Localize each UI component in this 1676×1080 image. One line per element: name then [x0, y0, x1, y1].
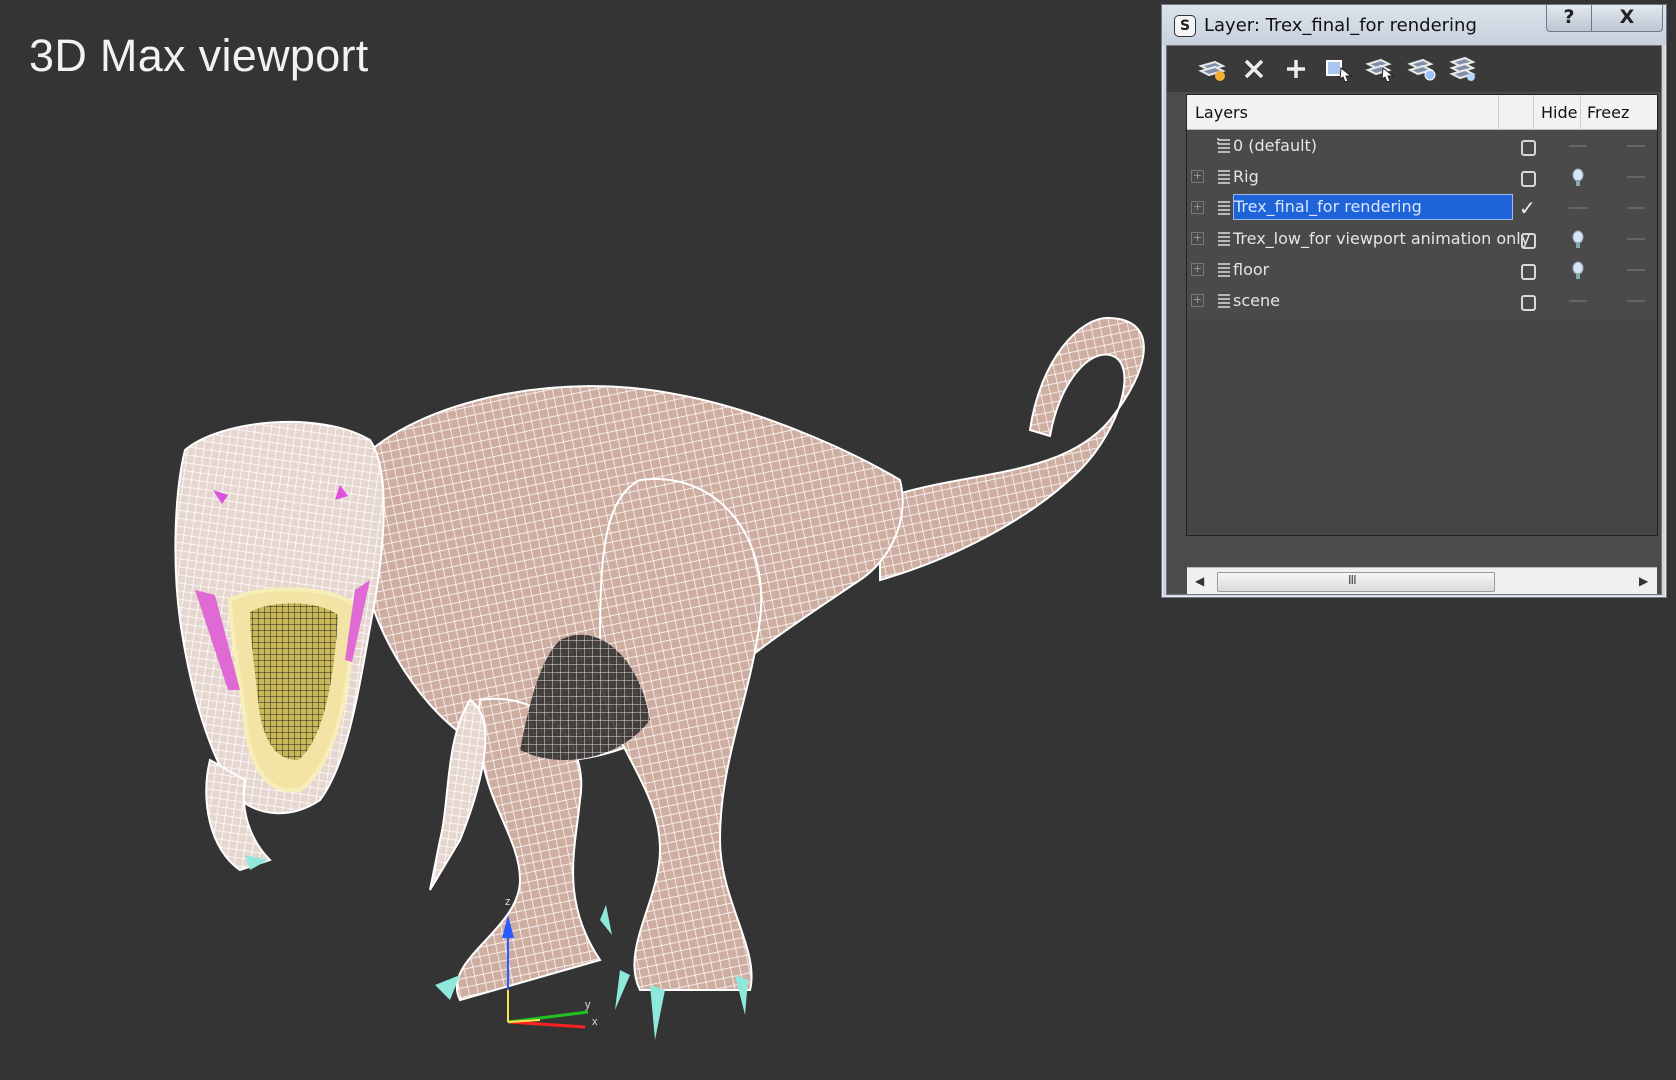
layer-stack-icon — [1218, 232, 1230, 246]
create-new-layer-icon[interactable] — [1195, 52, 1229, 86]
freeze-toggle[interactable] — [1627, 207, 1645, 209]
scroll-left-arrow-icon[interactable]: ◀ — [1195, 574, 1204, 588]
add-selected-to-layer-icon[interactable] — [1279, 52, 1313, 86]
current-layer-box[interactable] — [1521, 171, 1536, 187]
expand-icon[interactable]: + — [1191, 170, 1204, 183]
scroll-grip: III — [1348, 573, 1357, 587]
lightbulb-icon[interactable] — [1572, 230, 1584, 250]
layer-name[interactable]: Rig — [1233, 165, 1269, 189]
layer-stack-icon — [1217, 138, 1230, 153]
layer-row-selected[interactable]: + Trex_final_for rendering ✓ — [1187, 192, 1657, 223]
layer-row[interactable]: 0 (default) — [1187, 130, 1657, 161]
layer-name[interactable]: 0 (default) — [1233, 134, 1327, 158]
hide-toggle[interactable] — [1569, 300, 1587, 302]
dialog-body: Layers Hide Freez 0 (default) + Rig + Tr… — [1166, 45, 1662, 595]
layer-name[interactable]: floor — [1233, 258, 1279, 282]
scroll-right-arrow-icon[interactable]: ▶ — [1639, 574, 1648, 588]
layer-list-header: Layers Hide Freez — [1187, 95, 1657, 130]
3ds-max-logo-icon: S — [1174, 15, 1196, 37]
column-header-layers[interactable]: Layers — [1195, 103, 1248, 122]
freeze-toggle[interactable] — [1627, 269, 1645, 271]
current-layer-box[interactable] — [1521, 295, 1536, 311]
dialog-titlebar[interactable]: S Layer: Trex_final_for rendering ? X — [1162, 5, 1666, 45]
gizmo-z-label: z — [505, 896, 511, 908]
close-button[interactable]: X — [1591, 5, 1663, 32]
current-layer-box[interactable] — [1521, 140, 1536, 156]
viewport-title: 3D Max viewport — [29, 30, 369, 81]
layer-stack-icon — [1218, 263, 1230, 277]
layer-list[interactable]: Layers Hide Freez 0 (default) + Rig + Tr… — [1186, 94, 1658, 594]
lightbulb-icon[interactable] — [1572, 261, 1584, 281]
current-layer-check-icon[interactable]: ✓ — [1519, 196, 1536, 220]
expand-icon[interactable]: + — [1191, 263, 1204, 276]
gizmo-x-label: x — [592, 1016, 598, 1028]
layer-name[interactable]: Trex_final_for rendering — [1233, 194, 1513, 220]
make-current-layer-icon[interactable] — [1405, 52, 1439, 86]
freeze-toggle[interactable] — [1627, 238, 1645, 240]
column-header-hide[interactable]: Hide — [1541, 103, 1577, 122]
column-header-freeze[interactable]: Freez — [1587, 103, 1657, 122]
scrollbar-thumb[interactable]: III — [1217, 572, 1495, 592]
layer-name[interactable]: Trex_low_for viewport animation only — [1233, 227, 1540, 251]
delete-layer-icon[interactable] — [1237, 52, 1271, 86]
freeze-toggle[interactable] — [1627, 176, 1645, 178]
help-button[interactable]: ? — [1546, 5, 1592, 32]
expand-icon[interactable]: + — [1191, 201, 1204, 214]
horizontal-scrollbar[interactable]: ◀ III ▶ — [1187, 567, 1657, 594]
dialog-title: Layer: Trex_final_for rendering — [1204, 15, 1477, 36]
hide-toggle[interactable] — [1569, 207, 1587, 209]
hide-unhide-all-layers-icon[interactable] — [1447, 52, 1481, 86]
layer-row[interactable]: + scene — [1187, 285, 1657, 316]
trex-tail — [879, 316, 1145, 582]
gizmo-y-label: y — [585, 999, 591, 1011]
layer-dialog[interactable]: S Layer: Trex_final_for rendering ? X La… — [1161, 4, 1667, 598]
layer-row[interactable]: + Trex_low_for viewport animation only — [1187, 223, 1657, 254]
layer-row[interactable]: + Rig — [1187, 161, 1657, 192]
expand-icon[interactable]: + — [1191, 232, 1204, 245]
trex-arm — [429, 698, 487, 891]
layer-name[interactable]: scene — [1233, 289, 1290, 313]
freeze-toggle[interactable] — [1627, 300, 1645, 302]
set-layer-from-selection-icon[interactable] — [1363, 52, 1397, 86]
current-layer-box[interactable] — [1521, 264, 1536, 280]
freeze-toggle[interactable] — [1627, 145, 1645, 147]
layer-rows: 0 (default) + Rig + Trex_final_for rende… — [1187, 130, 1657, 320]
layer-stack-icon — [1218, 170, 1230, 184]
layer-stack-icon — [1218, 201, 1230, 215]
current-layer-box[interactable] — [1521, 233, 1536, 249]
hide-toggle[interactable] — [1569, 145, 1587, 147]
select-objects-in-layer-icon[interactable] — [1321, 52, 1355, 86]
expand-icon[interactable]: + — [1191, 294, 1204, 307]
layer-stack-icon — [1218, 294, 1230, 308]
lightbulb-icon[interactable] — [1572, 168, 1584, 188]
layer-toolbar — [1167, 46, 1661, 92]
layer-row[interactable]: + floor — [1187, 254, 1657, 285]
